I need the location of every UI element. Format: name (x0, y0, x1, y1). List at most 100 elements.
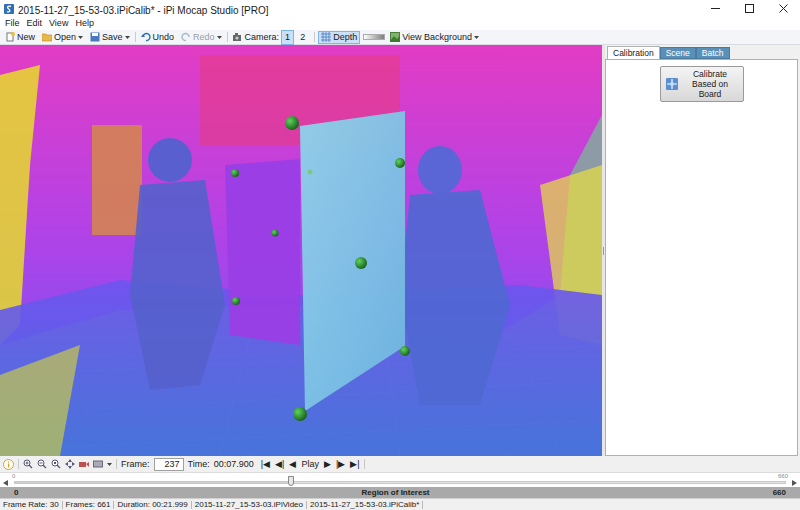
depth-grid-icon (321, 32, 331, 42)
dropdown-caret-icon (107, 463, 112, 466)
playback-control[interactable]: ◀| (275, 460, 284, 469)
view-background-button-label: View Background (402, 33, 472, 42)
camera-button[interactable]: 1 (281, 30, 294, 45)
right-panel: CalibrationSceneBatch Calibrate Based on … (605, 45, 800, 456)
app-window: 2015-11-27_15-53-03.iPiCalib* - iPi Moca… (0, 0, 800, 510)
view-background-icon (390, 32, 400, 42)
timeline-end-label: 660 (778, 473, 788, 479)
frame-label: Frame: (121, 460, 150, 469)
toolbar-separator (314, 32, 315, 42)
new-icon (5, 32, 15, 42)
timeline[interactable]: 0 660 (0, 472, 800, 487)
playback-control[interactable]: ◀ (289, 460, 296, 469)
new-button[interactable]: New (3, 31, 37, 44)
point-cloud-icon (0, 45, 602, 456)
time-value: 00:07.900 (214, 460, 254, 469)
open-button[interactable]: Open (40, 31, 85, 44)
window-controls (698, 0, 800, 17)
menu-item[interactable]: Edit (24, 17, 46, 30)
dropdown-caret-icon (78, 36, 83, 39)
depth-range-slider[interactable] (363, 34, 385, 40)
save-button-label: Save (102, 33, 123, 42)
camera-icon (233, 32, 243, 42)
depth-viewport[interactable] (0, 45, 602, 456)
calibration-tab-content: Calibrate Based on Board (605, 59, 798, 456)
maximize-icon (745, 4, 754, 13)
maximize-button[interactable] (732, 0, 766, 17)
roi-label: Region of Interest (362, 489, 430, 497)
playback-control[interactable]: Play (301, 460, 319, 469)
open-button-label: Open (54, 33, 76, 42)
time-label: Time: (188, 460, 210, 469)
undo-icon (141, 32, 151, 42)
pan-icon (65, 459, 75, 469)
depth-label: Depth (333, 33, 357, 42)
panel-tab[interactable]: Scene (660, 47, 696, 59)
scene-icon (93, 459, 103, 469)
redo-button-label: Redo (193, 33, 215, 42)
scroll-right-icon (792, 480, 797, 486)
window-title: 2015-11-27_15-53-03.iPiCalib* - iPi Moca… (18, 5, 269, 16)
status-item: Frames: 661 (63, 501, 115, 509)
toolbar-separator (364, 459, 365, 469)
timeline-start-label: 0 (12, 473, 15, 479)
toolbar: New Open Save Undo Redo Camera:12 Depth View Ba… (0, 30, 800, 45)
playback-bar: Frame: 237 Time: 00:07.900 |◀ ◀| ◀ Play ▶ |▶ ▶| (0, 456, 800, 472)
title-bar: 2015-11-27_15-53-03.iPiCalib* - iPi Moca… (0, 0, 800, 17)
dropdown-caret-icon (125, 36, 130, 39)
save-button[interactable]: Save (88, 31, 132, 44)
dropdown-caret-icon (217, 36, 222, 39)
timeline-fill (15, 482, 291, 483)
depth-toggle[interactable]: Depth (318, 31, 360, 44)
redo-button[interactable]: Redo (179, 31, 224, 44)
menu-item[interactable]: View (46, 17, 71, 30)
main-area: CalibrationSceneBatch Calibrate Based on … (0, 45, 800, 456)
timeline-thumb[interactable] (288, 476, 294, 486)
menu-item[interactable]: File (2, 17, 23, 30)
camera-label: Camera: (245, 33, 280, 42)
undo-button[interactable]: Undo (139, 31, 177, 44)
app-logo-icon (4, 4, 14, 14)
new-button-label: New (17, 33, 35, 42)
minimize-icon (711, 4, 720, 13)
roi-bar[interactable]: 0 Region of Interest 660 (0, 487, 800, 498)
status-item: 2015-11-27_15-53-03.iPiCalib* (307, 501, 423, 509)
camera-button[interactable]: 2 (296, 30, 309, 45)
status-item: Duration: 00:21.999 (114, 501, 191, 509)
camera-group: Camera:12 (231, 30, 312, 45)
toolbar-separator (227, 32, 228, 42)
roi-start: 0 (14, 489, 18, 497)
toolbar-separator (116, 459, 117, 469)
status-bar: Frame Rate: 30Frames: 661Duration: 00:21… (0, 498, 800, 510)
panel-tabs: CalibrationSceneBatch (605, 46, 798, 59)
calibrate-based-on-board-button[interactable]: Calibrate Based on Board (660, 66, 744, 102)
menu-bar: FileEditViewHelp (0, 17, 800, 30)
status-item: 2015-11-27_15-53-03.iPiVideo (192, 501, 307, 509)
zoom-fit-icon (51, 459, 61, 469)
playback-control[interactable]: |▶ (336, 460, 345, 469)
zoom-out-icon (37, 459, 47, 469)
undo-button-label: Undo (153, 33, 175, 42)
timeline-track[interactable] (14, 481, 786, 484)
save-icon (90, 32, 100, 42)
info-icon (3, 459, 14, 470)
open-icon (42, 32, 52, 42)
roi-end: 660 (773, 489, 786, 497)
calibrate-button-label: Calibrate Based on Board (682, 69, 739, 99)
menu-item[interactable]: Help (72, 17, 97, 30)
close-icon (779, 4, 788, 13)
toolbar-separator (135, 32, 136, 42)
playback-control[interactable]: |◀ (261, 460, 270, 469)
panel-tab[interactable]: Batch (696, 47, 730, 59)
dropdown-caret-icon (474, 36, 479, 39)
view-background-button[interactable]: View Background (388, 31, 481, 44)
close-button[interactable] (766, 0, 800, 17)
playback-controls: |◀ ◀| ◀ Play ▶ |▶ ▶| (261, 460, 360, 469)
panel-tab[interactable]: Calibration (607, 46, 660, 59)
playback-control[interactable]: ▶ (324, 460, 331, 469)
frame-field[interactable]: 237 (154, 458, 184, 471)
playback-control[interactable]: ▶| (350, 460, 359, 469)
calibration-board-icon (665, 77, 679, 91)
minimize-button[interactable] (698, 0, 732, 17)
scroll-left-icon (3, 480, 8, 486)
